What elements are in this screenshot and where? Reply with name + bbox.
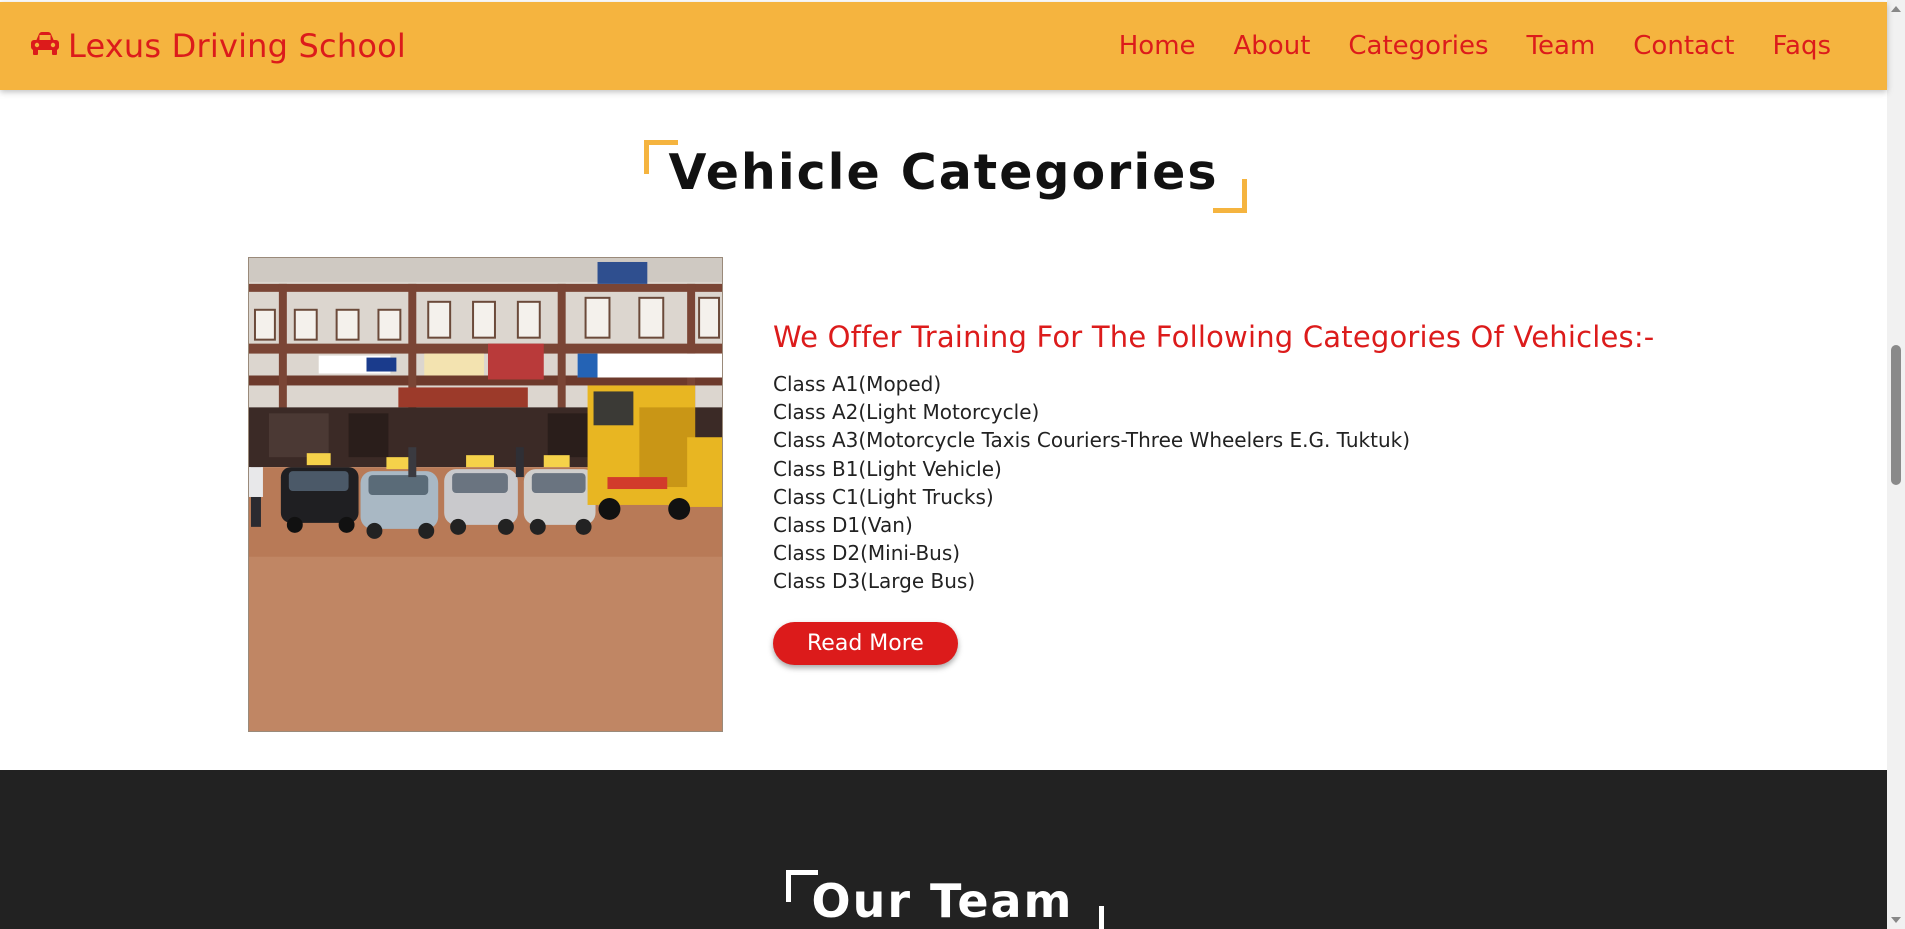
- categories-heading: We Offer Training For The Following Cate…: [773, 320, 1655, 354]
- scroll-up-arrow-icon[interactable]: [1891, 6, 1901, 12]
- team-section: Our Team: [0, 770, 1887, 929]
- nav-about[interactable]: About: [1234, 31, 1311, 61]
- class-item: Class A3(Motorcycle Taxis Couriers-Three…: [773, 428, 1411, 453]
- team-corner-top-left: [785, 870, 818, 902]
- read-more-button[interactable]: Read More: [773, 621, 958, 665]
- car-icon: [30, 27, 60, 65]
- team-title: Our Team: [784, 870, 1104, 929]
- team-title-wrap: Our Team: [0, 870, 1887, 929]
- title-corner-top-left: [644, 140, 679, 174]
- categories-content: We Offer Training For The Following Cate…: [773, 320, 1773, 665]
- class-item: Class B1(Light Vehicle): [773, 456, 1002, 481]
- scroll-thumb[interactable]: [1891, 345, 1901, 485]
- title-corner-bottom-right: [1212, 179, 1247, 213]
- class-item: Class A2(Light Motorcycle): [773, 400, 1040, 425]
- class-item: Class D2(Mini-Bus): [773, 541, 961, 566]
- class-item: Class D3(Large Bus): [773, 569, 976, 594]
- section-title: Vehicle Categories: [642, 138, 1247, 213]
- navbar: Lexus Driving School Home About Categori…: [0, 2, 1887, 90]
- nav-faqs[interactable]: Faqs: [1772, 31, 1831, 61]
- scroll-down-arrow-icon[interactable]: [1891, 917, 1901, 923]
- team-title-text: Our Team: [811, 874, 1074, 928]
- class-list: Class A1(Moped) Class A2(Light Motorcycl…: [773, 370, 1773, 596]
- nav-team[interactable]: Team: [1527, 31, 1596, 61]
- class-item: Class D1(Van): [773, 513, 913, 538]
- nav-links: Home About Categories Team Contact Faqs: [1119, 31, 1831, 61]
- team-corner-bottom-right: [1072, 906, 1104, 929]
- driving-school-photo: [248, 257, 723, 732]
- nav-categories[interactable]: Categories: [1348, 31, 1488, 61]
- section-title-text: Vehicle Categories: [668, 144, 1219, 201]
- class-item: Class C1(Light Trucks): [773, 484, 994, 509]
- brand-link[interactable]: Lexus Driving School: [30, 27, 406, 65]
- section-title-wrap: Vehicle Categories: [0, 138, 1887, 213]
- nav-home[interactable]: Home: [1119, 31, 1196, 61]
- class-item: Class A1(Moped): [773, 372, 942, 396]
- nav-contact[interactable]: Contact: [1633, 31, 1734, 61]
- page-scrollbar[interactable]: [1887, 0, 1905, 929]
- brand-name: Lexus Driving School: [68, 27, 406, 65]
